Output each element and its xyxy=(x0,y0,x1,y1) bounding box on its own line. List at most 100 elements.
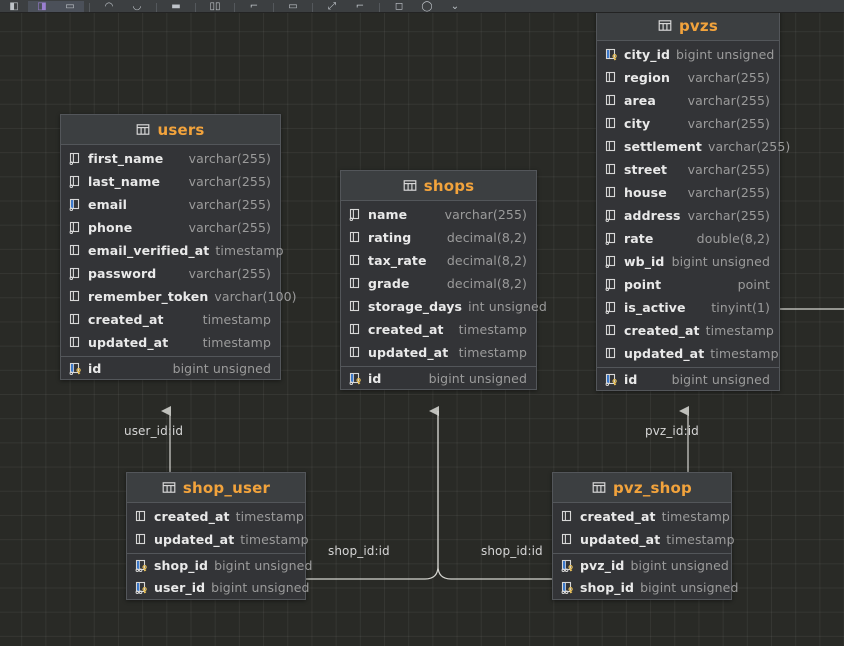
column-name: updated_at xyxy=(624,346,705,361)
table-title: users xyxy=(157,120,205,139)
table-header-shop_user[interactable]: shop_user xyxy=(127,473,305,503)
table-pvzs[interactable]: pvzs city_id bigint unsigned region varchar(… xyxy=(596,12,790,391)
column-name: rating xyxy=(368,230,412,245)
toolbar-button-16[interactable]: ⌐ xyxy=(346,1,374,12)
column-icon xyxy=(605,117,616,129)
column-type: timestamp xyxy=(661,509,730,524)
column-row[interactable]: created_at timestamp xyxy=(341,318,536,341)
table-header-shops[interactable]: shops xyxy=(341,171,536,201)
column-row[interactable]: region varchar(255) xyxy=(597,66,779,89)
toolbar-button-2[interactable]: ▭ xyxy=(56,1,84,12)
column-type: varchar(255) xyxy=(708,139,791,154)
diagram-canvas[interactable]: user_id:id shop_id:id shop_id:id pvz_id:id … xyxy=(0,12,844,646)
column-row[interactable]: name varchar(255) xyxy=(341,203,536,226)
table-header-users[interactable]: users xyxy=(61,115,280,145)
toolbar-button-9[interactable]: ▯▯ xyxy=(201,1,229,12)
table-title: pvzs xyxy=(679,16,718,35)
column-row[interactable]: first_name varchar(255) xyxy=(61,147,280,170)
primary-key-icon xyxy=(605,373,617,386)
column-row[interactable]: email varchar(255) xyxy=(61,193,280,216)
table-header-pvz_shop[interactable]: pvz_shop xyxy=(553,473,731,503)
table-users[interactable]: users first_name varchar(255) last_name varc… xyxy=(60,114,297,380)
column-type: varchar(255) xyxy=(687,70,770,85)
column-row[interactable]: settlement varchar(255) xyxy=(597,135,790,158)
column-name: created_at xyxy=(88,312,164,327)
column-row[interactable]: area varchar(255) xyxy=(597,89,779,112)
editor-toolbar[interactable]: ◧ ◨ ▭ ◠ ◡ ▬ ▯▯ ⌐ ▭ ⤢ ⌐ ◻ ◯ ⌄ xyxy=(0,0,844,13)
table-shops[interactable]: shops name varchar(255) rating decimal(8,2) t… xyxy=(340,170,547,390)
column-icon xyxy=(69,290,80,302)
toolbar-button-18[interactable]: ◻ xyxy=(385,1,413,12)
column-row[interactable]: street varchar(255) xyxy=(597,158,779,181)
column-type: timestamp xyxy=(202,335,271,350)
column-row[interactable]: created_at timestamp xyxy=(127,505,305,528)
table-icon xyxy=(162,482,176,493)
table-header-pvzs[interactable]: pvzs xyxy=(597,12,779,41)
toolbar-button-11[interactable]: ⌐ xyxy=(240,1,268,12)
column-row[interactable]: city varchar(255) xyxy=(597,112,779,135)
column-row[interactable]: wb_id bigint unsigned xyxy=(597,250,779,273)
column-row[interactable]: updated_at timestamp xyxy=(597,342,779,365)
column-row[interactable]: address varchar(255) xyxy=(597,204,779,227)
toolbar-button-7[interactable]: ▬ xyxy=(162,1,190,12)
column-row[interactable]: remember_token varchar(100) xyxy=(61,285,297,308)
column-name: is_active xyxy=(624,300,686,315)
column-row[interactable]: created_at timestamp xyxy=(597,319,779,342)
column-row[interactable]: created_at timestamp xyxy=(61,308,280,331)
column-nullable-icon xyxy=(605,301,616,314)
column-row[interactable]: phone varchar(255) xyxy=(61,216,280,239)
column-row[interactable]: pvz_id bigint unsigned xyxy=(553,553,731,576)
toolbar-button-13[interactable]: ▭ xyxy=(279,1,307,12)
column-name: created_at xyxy=(368,322,444,337)
toolbar-button-15[interactable]: ⤢ xyxy=(318,1,346,12)
column-type: timestamp xyxy=(202,312,271,327)
column-row[interactable]: storage_days int unsigned xyxy=(341,295,547,318)
column-icon xyxy=(349,300,360,312)
toolbar-button-20[interactable]: ⌄ xyxy=(441,1,469,12)
column-row[interactable]: user_id bigint unsigned xyxy=(127,576,310,599)
column-row[interactable]: created_at timestamp xyxy=(553,505,731,528)
column-row[interactable]: updated_at timestamp xyxy=(127,528,309,551)
column-row[interactable]: password varchar(255) xyxy=(61,262,280,285)
column-row[interactable]: shop_id bigint unsigned xyxy=(553,576,738,599)
column-type: varchar(255) xyxy=(687,162,770,177)
column-row[interactable]: is_active tinyint(1) xyxy=(597,296,779,319)
column-row[interactable]: updated_at timestamp xyxy=(61,331,280,354)
column-row[interactable]: updated_at timestamp xyxy=(553,528,735,551)
table-shop_user[interactable]: shop_user created_at timestamp updated_at ti… xyxy=(126,472,312,600)
toolbar-button-1[interactable]: ◨ xyxy=(28,1,56,12)
column-nullable-icon xyxy=(69,221,80,234)
column-icon xyxy=(135,533,146,545)
toolbar-button-0[interactable]: ◧ xyxy=(0,1,28,12)
column-row[interactable]: grade decimal(8,2) xyxy=(341,272,536,295)
column-row[interactable]: rating decimal(8,2) xyxy=(341,226,536,249)
column-row[interactable]: shop_id bigint unsigned xyxy=(127,553,312,576)
column-row[interactable]: updated_at timestamp xyxy=(341,341,536,364)
column-type: varchar(255) xyxy=(188,197,271,212)
toolbar-button-4[interactable]: ◠ xyxy=(95,1,123,12)
column-row[interactable]: city_id bigint unsigned xyxy=(597,43,779,66)
toolbar-button-19[interactable]: ◯ xyxy=(413,1,441,12)
column-icon xyxy=(69,244,80,256)
toolbar-icon-2: ▭ xyxy=(65,1,75,12)
column-row[interactable]: house varchar(255) xyxy=(597,181,779,204)
table-columns-pvzs: city_id bigint unsigned region varchar(255)… xyxy=(597,41,790,390)
column-row[interactable]: tax_rate decimal(8,2) xyxy=(341,249,536,272)
column-row[interactable]: id bigint unsigned xyxy=(341,366,536,389)
toolbar-button-5[interactable]: ◡ xyxy=(123,1,151,12)
column-icon xyxy=(135,510,146,522)
column-icon xyxy=(561,533,572,545)
column-name: user_id xyxy=(154,580,206,595)
column-row[interactable]: email_verified_at timestamp xyxy=(61,239,284,262)
column-name: remember_token xyxy=(88,289,209,304)
column-row[interactable]: id bigint unsigned xyxy=(597,367,779,390)
column-row[interactable]: id bigint unsigned xyxy=(61,356,280,379)
column-type: timestamp xyxy=(710,346,779,361)
table-pvz_shop[interactable]: pvz_shop created_at timestamp updated_at tim… xyxy=(552,472,738,600)
column-row[interactable]: rate double(8,2) xyxy=(597,227,779,250)
table-title: shop_user xyxy=(182,478,271,497)
column-type: point xyxy=(737,277,770,292)
column-row[interactable]: last_name varchar(255) xyxy=(61,170,280,193)
column-row[interactable]: point point xyxy=(597,273,779,296)
column-icon xyxy=(605,347,616,359)
